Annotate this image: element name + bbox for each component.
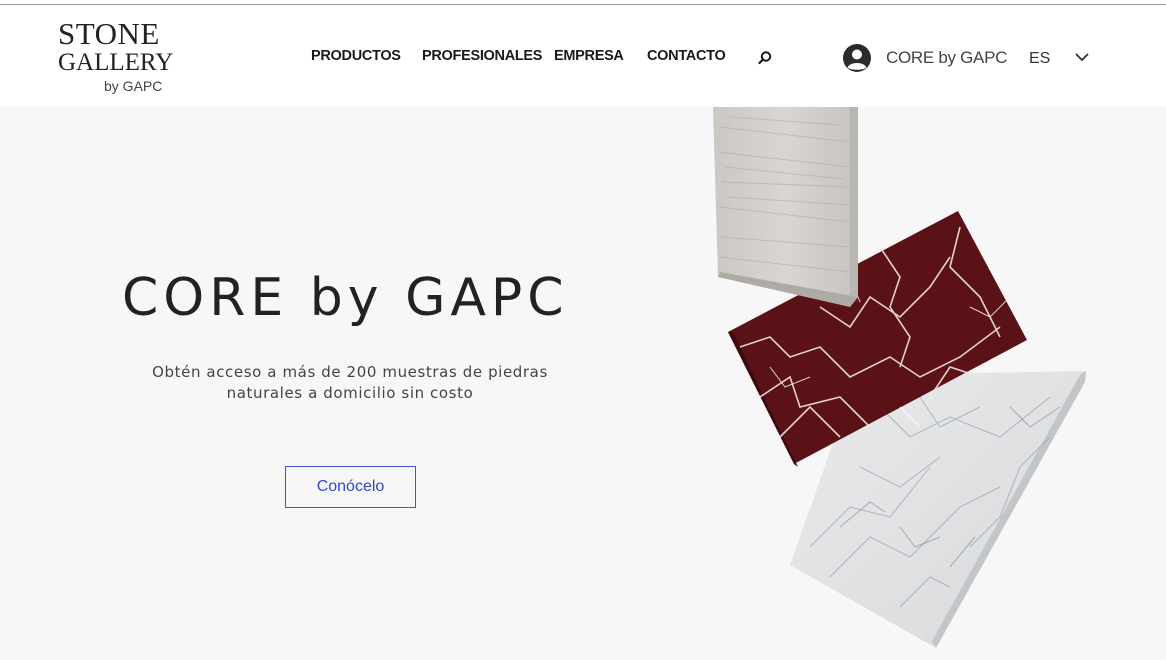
user-avatar-icon xyxy=(843,44,871,72)
site-header: STONE GALLERY by GAPC PRODUCTOS PROFESIO… xyxy=(0,5,1166,107)
nav-item-profesionales[interactable]: PROFESIONALES xyxy=(422,48,542,70)
logo-line-stone: STONE xyxy=(58,16,160,51)
hero-subtitle-line-2: naturales a domicilio sin costo xyxy=(226,384,474,402)
stone-samples-image xyxy=(713,107,1086,648)
language-selector[interactable]: ES xyxy=(1029,50,1050,68)
travertine-slab xyxy=(713,107,858,307)
nav-item-empresa[interactable]: EMPRESA xyxy=(554,48,624,70)
chevron-down-icon[interactable] xyxy=(1074,51,1090,63)
logo-line-gallery: GALLERY xyxy=(58,49,174,76)
conocelo-button[interactable]: Conócelo xyxy=(285,466,416,508)
nav-item-productos[interactable]: PRODUCTOS xyxy=(311,48,401,70)
hero-title: CORE by GAPC xyxy=(122,268,569,328)
search-icon[interactable] xyxy=(756,49,774,67)
stone-gallery-logo[interactable]: STONE GALLERY by GAPC xyxy=(56,16,174,97)
hero-subtitle: Obtén acceso a más de 200 muestras de pi… xyxy=(140,362,560,404)
logo-line-by-gapc: by GAPC xyxy=(104,78,163,94)
nav-item-contacto[interactable]: CONTACTO xyxy=(647,48,726,70)
hero-subtitle-line-1: Obtén acceso a más de 200 muestras de pi… xyxy=(152,363,548,381)
account-label: CORE by GAPC xyxy=(886,48,1008,67)
